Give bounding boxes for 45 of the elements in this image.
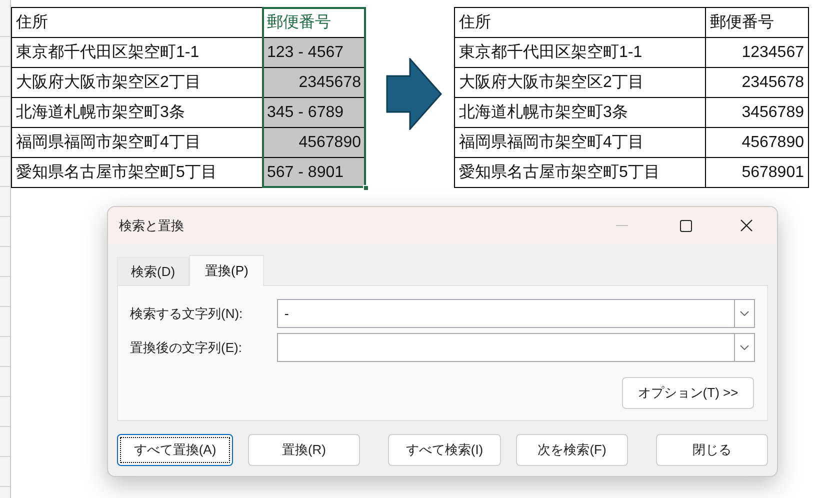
tab[interactable]: 検索(D)	[117, 257, 190, 285]
table-cell: 東京都千代田区架空町1-1	[454, 38, 706, 68]
dialog-title: 検索と置換	[119, 216, 184, 235]
table-cell: 345 - 6789	[262, 98, 366, 128]
minimize-icon[interactable]	[616, 224, 628, 226]
column-header: 住所	[454, 8, 706, 38]
table-cell: 2345678	[706, 68, 808, 98]
input-field[interactable]: -	[276, 299, 734, 328]
table-cell: 5678901	[706, 158, 808, 188]
dialog-button[interactable]: 次を検索(F)	[516, 434, 628, 466]
dropdown-button[interactable]	[734, 333, 755, 362]
table-cell: 北海道札幌市架空町3条	[12, 98, 262, 128]
dropdown-button[interactable]	[734, 299, 755, 328]
dialog-button[interactable]: 置換(R)	[248, 434, 360, 466]
column-header: 郵便番号	[706, 8, 808, 38]
dialog-button[interactable]: すべて検索(I)	[388, 434, 501, 466]
table-cell: 愛知県名古屋市架空町5丁目	[454, 158, 706, 188]
table-cell: 東京都千代田区架空町1-1	[12, 38, 262, 68]
table-cell: 北海道札幌市架空町3条	[454, 98, 706, 128]
input-field[interactable]	[276, 333, 734, 362]
dialog-button[interactable]: 閉じる	[656, 434, 768, 466]
table-cell: 3456789	[706, 98, 808, 128]
table-cell: 4567890	[262, 128, 366, 158]
table-cell: 大阪府大阪市架空区2丁目	[12, 68, 262, 98]
table-cell: 1234567	[706, 38, 808, 68]
fill-handle[interactable]	[363, 185, 369, 191]
dialog-button[interactable]: すべて置換(A)	[117, 434, 233, 466]
column-header: 住所	[12, 8, 262, 38]
table-cell: 福岡県福岡市架空町4丁目	[12, 128, 262, 158]
table-cell: 567 - 8901	[262, 158, 366, 188]
table-cell: 123 - 4567	[262, 38, 366, 68]
field-label: 置換後の文字列(E):	[130, 338, 243, 357]
table-cell: 福岡県福岡市架空町4丁目	[454, 128, 706, 158]
caret-icon	[740, 311, 749, 316]
table-cell: 愛知県名古屋市架空町5丁目	[12, 158, 262, 188]
table-cell: 4567890	[706, 128, 808, 158]
caret-icon	[740, 345, 749, 350]
close-icon[interactable]	[740, 219, 753, 232]
maximize-icon[interactable]	[680, 220, 692, 232]
tab[interactable]: 置換(P)	[189, 255, 264, 286]
table-cell: 大阪府大阪市架空区2丁目	[454, 68, 706, 98]
field-label: 検索する文字列(N):	[130, 304, 244, 323]
right-arrow-icon	[386, 58, 442, 130]
table-cell: 2345678	[262, 68, 366, 98]
options-button[interactable]: オプション(T) >>	[622, 377, 754, 409]
